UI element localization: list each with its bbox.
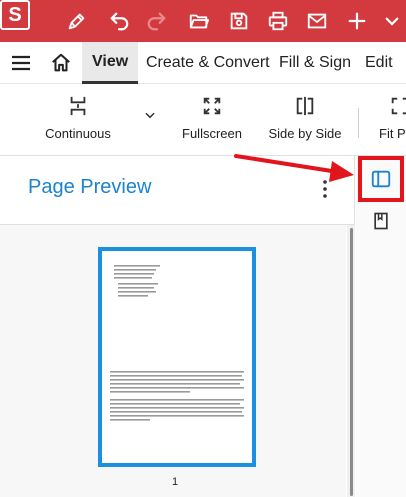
page-preview-toggle-button[interactable] (358, 156, 404, 202)
tab-fill-sign[interactable]: Fill & Sign (279, 42, 351, 84)
redo-icon[interactable] (142, 6, 172, 36)
chevron-down-icon[interactable] (380, 6, 404, 36)
fullscreen-label: Fullscreen (182, 126, 242, 141)
title-bar: S (0, 0, 406, 42)
add-icon[interactable] (342, 6, 372, 36)
page-content-preview (110, 265, 244, 421)
fit-page-icon (391, 97, 406, 115)
fullscreen-icon (203, 97, 221, 115)
side-by-side-label: Side by Side (268, 126, 342, 141)
home-icon[interactable] (50, 42, 76, 84)
bookmark-icon (374, 212, 388, 230)
page-preview-panel: Page Preview 1 (0, 156, 355, 497)
print-icon[interactable] (263, 6, 293, 36)
chevron-down-icon (145, 112, 155, 119)
edit-icon[interactable] (62, 6, 92, 36)
fullscreen-button[interactable]: Fullscreen (180, 94, 244, 141)
more-options-icon[interactable] (320, 178, 330, 200)
side-panel-strip (356, 156, 406, 497)
hamburger-menu-icon[interactable] (10, 42, 36, 84)
scrollbar-thumb[interactable] (350, 228, 353, 496)
save-icon[interactable] (224, 6, 254, 36)
open-folder-icon[interactable] (184, 6, 214, 36)
sidebar-panel-icon (371, 170, 391, 188)
undo-icon[interactable] (104, 6, 134, 36)
app-window: S View Create & Convert Fill & Sign Edit… (0, 0, 406, 497)
email-icon[interactable] (302, 6, 332, 36)
page-number-label: 1 (172, 476, 179, 488)
menu-bar: View Create & Convert Fill & Sign Edit (0, 42, 406, 84)
page-thumbnail[interactable] (98, 247, 256, 467)
fit-page-label: Fit P (379, 126, 406, 141)
continuous-button[interactable]: Continuous (44, 94, 112, 141)
tab-edit[interactable]: Edit (365, 42, 393, 84)
panel-title: Page Preview (28, 176, 152, 198)
toolbar-divider (358, 108, 359, 138)
continuous-scroll-icon (70, 96, 86, 116)
fit-page-button[interactable]: Fit P (376, 94, 406, 141)
side-by-side-icon (296, 96, 314, 116)
continuous-label: Continuous (45, 126, 111, 141)
side-by-side-button[interactable]: Side by Side (268, 94, 342, 141)
tab-view[interactable]: View (82, 42, 139, 84)
continuous-dropdown-button[interactable] (141, 108, 159, 122)
tab-create-convert[interactable]: Create & Convert (146, 42, 270, 84)
app-logo: S (0, 0, 30, 30)
bookmarks-button[interactable] (358, 198, 404, 244)
view-toolbar: Continuous Fullscreen Side by Side Fit P (0, 84, 406, 156)
